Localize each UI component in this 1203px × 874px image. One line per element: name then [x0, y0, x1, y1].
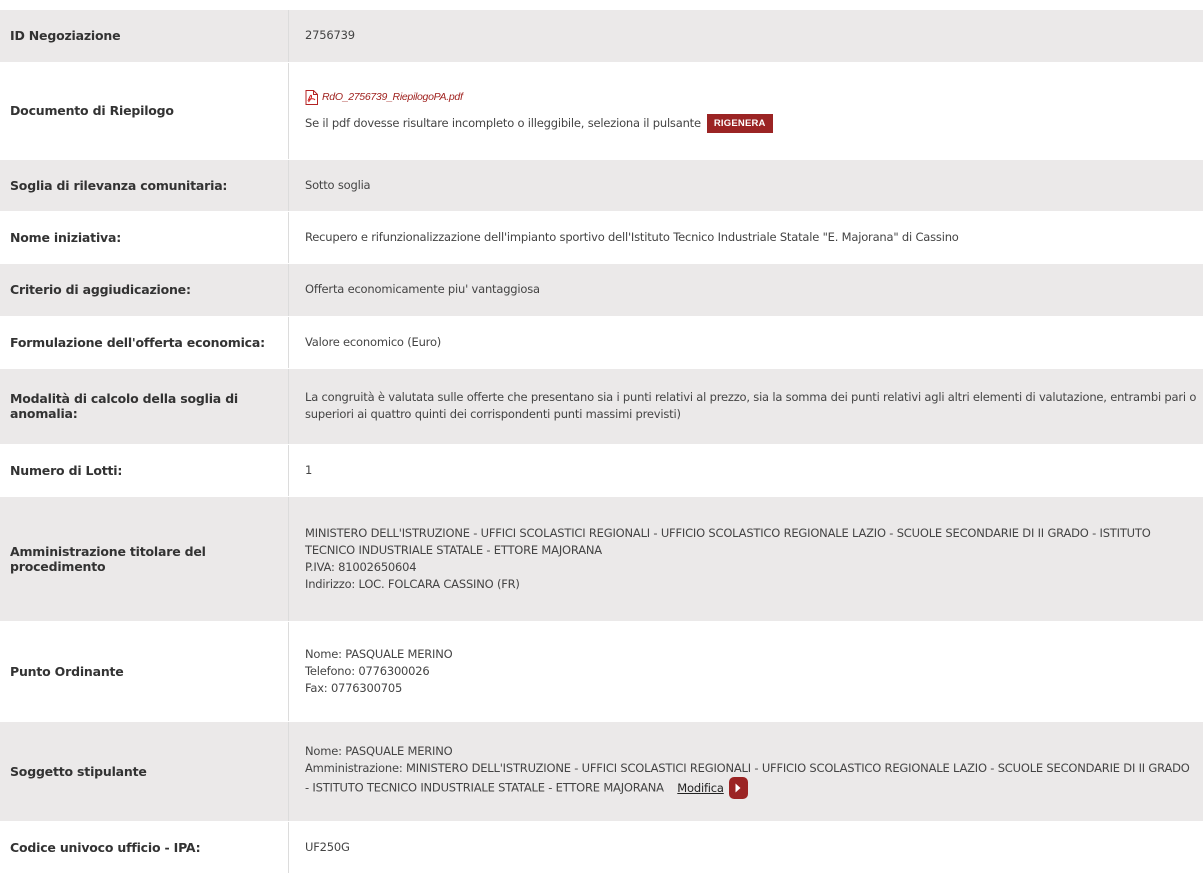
label-criterio: Criterio di aggiudicazione:: [0, 263, 289, 316]
punto-ordinante-nome: Nome: PASQUALE MERINO: [305, 646, 1195, 663]
value-codice-ipa: UF250G: [289, 821, 1203, 873]
soggetto-stipulante-line-2-wrap: - ISTITUTO TECNICO INDUSTRIALE STATALE -…: [305, 777, 1195, 799]
label-numero-lotti: Numero di Lotti:: [0, 444, 289, 496]
label-nome-iniziativa: Nome iniziativa:: [0, 211, 289, 263]
label-punto-ordinante: Punto Ordinante: [0, 621, 289, 721]
row-codice-ipa: Codice univoco ufficio - IPA: UF250G: [0, 821, 1203, 873]
label-formulazione: Formulazione dell'offerta economica:: [0, 316, 289, 368]
value-criterio: Offerta economicamente piu' vantaggiosa: [289, 263, 1203, 316]
row-numero-lotti: Numero di Lotti: 1: [0, 444, 1203, 496]
row-formulazione: Formulazione dell'offerta economica: Val…: [0, 316, 1203, 368]
amministrazione-line-2: TECNICO INDUSTRIALE STATALE - ETTORE MAJ…: [305, 542, 1195, 559]
modifica-link[interactable]: Modifica: [677, 780, 723, 797]
label-documento-riepilogo: Documento di Riepilogo: [0, 62, 289, 159]
value-numero-lotti: 1: [289, 444, 1203, 496]
value-nome-iniziativa: Recupero e rifunzionalizzazione dell'imp…: [289, 211, 1203, 263]
value-punto-ordinante: Nome: PASQUALE MERINO Telefono: 07763000…: [289, 621, 1203, 721]
modalita-line-1: La congruità è valutata sulle offerte ch…: [305, 389, 1195, 406]
row-modalita-anomalia: Modalità di calcolo della soglia di anom…: [0, 368, 1203, 444]
row-criterio: Criterio di aggiudicazione: Offerta econ…: [0, 263, 1203, 316]
value-documento-riepilogo: RdO_2756739_RiepilogoPA.pdf Se il pdf do…: [289, 62, 1203, 159]
amministrazione-indirizzo: Indirizzo: LOC. FOLCARA CASSINO (FR): [305, 576, 1195, 593]
value-modalita-anomalia: La congruità è valutata sulle offerte ch…: [289, 368, 1203, 444]
procedure-info-table: ID Negoziazione 2756739 Documento di Rie…: [0, 10, 1203, 874]
row-soglia: Soglia di rilevanza comunitaria: Sotto s…: [0, 159, 1203, 211]
chevron-right-icon[interactable]: [729, 777, 748, 799]
pdf-file-name: RdO_2756739_RiepilogoPA.pdf: [322, 89, 463, 106]
regenerate-button[interactable]: RIGENERA: [707, 114, 773, 133]
modalita-line-2: superiori ai quattro quinti dei corrispo…: [305, 406, 1195, 423]
row-amministrazione: Amministrazione titolare del procediment…: [0, 496, 1203, 621]
soggetto-stipulante-nome: Nome: PASQUALE MERINO: [305, 743, 1195, 760]
label-id-negoziazione: ID Negoziazione: [0, 10, 289, 62]
row-id-negoziazione: ID Negoziazione 2756739: [0, 10, 1203, 62]
label-soggetto-stipulante: Soggetto stipulante: [0, 721, 289, 821]
soggetto-stipulante-line-2: - ISTITUTO TECNICO INDUSTRIALE STATALE -…: [305, 781, 664, 795]
value-id-negoziazione: 2756739: [289, 10, 1203, 62]
procedure-detail-panel: ID Negoziazione 2756739 Documento di Rie…: [0, 10, 1203, 874]
value-formulazione: Valore economico (Euro): [289, 316, 1203, 368]
value-soglia: Sotto soglia: [289, 159, 1203, 211]
row-nome-iniziativa: Nome iniziativa: Recupero e rifunzionali…: [0, 211, 1203, 263]
row-soggetto-stipulante: Soggetto stipulante Nome: PASQUALE MERIN…: [0, 721, 1203, 821]
label-amministrazione: Amministrazione titolare del procediment…: [0, 496, 289, 621]
pdf-file-icon: [305, 90, 318, 105]
value-soggetto-stipulante: Nome: PASQUALE MERINO Amministrazione: M…: [289, 721, 1203, 821]
label-soglia: Soglia di rilevanza comunitaria:: [0, 159, 289, 211]
soggetto-stipulante-line-1: Amministrazione: MINISTERO DELL'ISTRUZIO…: [305, 760, 1195, 777]
regenerate-hint: Se il pdf dovesse risultare incompleto o…: [305, 115, 701, 132]
row-punto-ordinante: Punto Ordinante Nome: PASQUALE MERINO Te…: [0, 621, 1203, 721]
punto-ordinante-telefono: Telefono: 0776300026: [305, 663, 1195, 680]
label-modalita-anomalia: Modalità di calcolo della soglia di anom…: [0, 368, 289, 444]
value-amministrazione: MINISTERO DELL'ISTRUZIONE - UFFICI SCOLA…: [289, 496, 1203, 621]
pdf-download-link[interactable]: RdO_2756739_RiepilogoPA.pdf: [305, 89, 463, 106]
punto-ordinante-fax: Fax: 0776300705: [305, 680, 1195, 697]
amministrazione-line-1: MINISTERO DELL'ISTRUZIONE - UFFICI SCOLA…: [305, 525, 1195, 542]
modifica-control: Modifica: [677, 777, 747, 799]
label-codice-ipa: Codice univoco ufficio - IPA:: [0, 821, 289, 873]
row-documento-riepilogo: Documento di Riepilogo RdO_2756739_Riepi…: [0, 62, 1203, 159]
regenerate-row: Se il pdf dovesse risultare incompleto o…: [305, 114, 1195, 133]
amministrazione-piva: P.IVA: 81002650604: [305, 559, 1195, 576]
